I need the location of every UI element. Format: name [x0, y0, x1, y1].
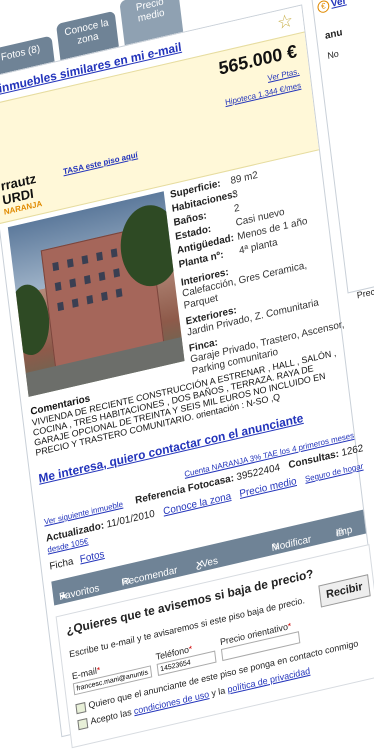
precio-actual-label: Precio act [356, 282, 374, 301]
window [52, 261, 60, 272]
page: Fotos (8) Conoce la zona Precio medio r … [0, 0, 374, 749]
recibir-button[interactable]: Recibir [318, 574, 371, 608]
fotos-link[interactable]: Fotos [79, 549, 105, 566]
hipoteca-link[interactable]: Hipoteca 1.344 €/mes [225, 81, 302, 107]
listing-panel: r inmuebles similares en mi e-mail ☆ 565… [0, 4, 374, 749]
window [110, 248, 118, 258]
window [115, 288, 123, 298]
window [83, 275, 91, 285]
favoritos-label: Favoritos [58, 582, 101, 604]
consultas-value: 1262 [340, 442, 364, 459]
required-mark: * [96, 664, 101, 676]
favorite-star-icon[interactable]: ☆ [276, 10, 294, 35]
window [71, 298, 79, 308]
terms-mid: y la [210, 685, 226, 699]
window [54, 281, 62, 292]
window [81, 255, 89, 265]
imprimir-label: Imp [335, 524, 353, 540]
modificar-label: Modificar [271, 534, 312, 555]
window [86, 295, 94, 305]
window [98, 271, 106, 282]
property-photo[interactable] [7, 191, 185, 397]
right-heading: anu [324, 27, 344, 43]
window [96, 251, 103, 262]
ver-ptas-link[interactable]: Ver Ptas. [267, 67, 300, 83]
required-mark: * [188, 643, 193, 655]
checkbox-icon [75, 701, 87, 714]
right-label: No [326, 48, 340, 61]
window [113, 268, 121, 278]
updated-value: 11/01/2010 [106, 508, 156, 531]
checkbox-icon [77, 717, 89, 730]
terms-pre: Acepto las [89, 706, 133, 727]
recomendar-label: Recomendar [120, 564, 179, 589]
spec-value: 2 [233, 202, 241, 215]
info-icon: € [316, 0, 330, 14]
window [69, 278, 77, 288]
right-link[interactable]: Ver [330, 0, 347, 10]
window [101, 291, 108, 301]
window [57, 301, 65, 312]
ficha-label: Ficha [48, 556, 75, 573]
window [66, 258, 74, 268]
required-mark: * [287, 620, 292, 632]
spec-value: 3 [231, 188, 239, 201]
